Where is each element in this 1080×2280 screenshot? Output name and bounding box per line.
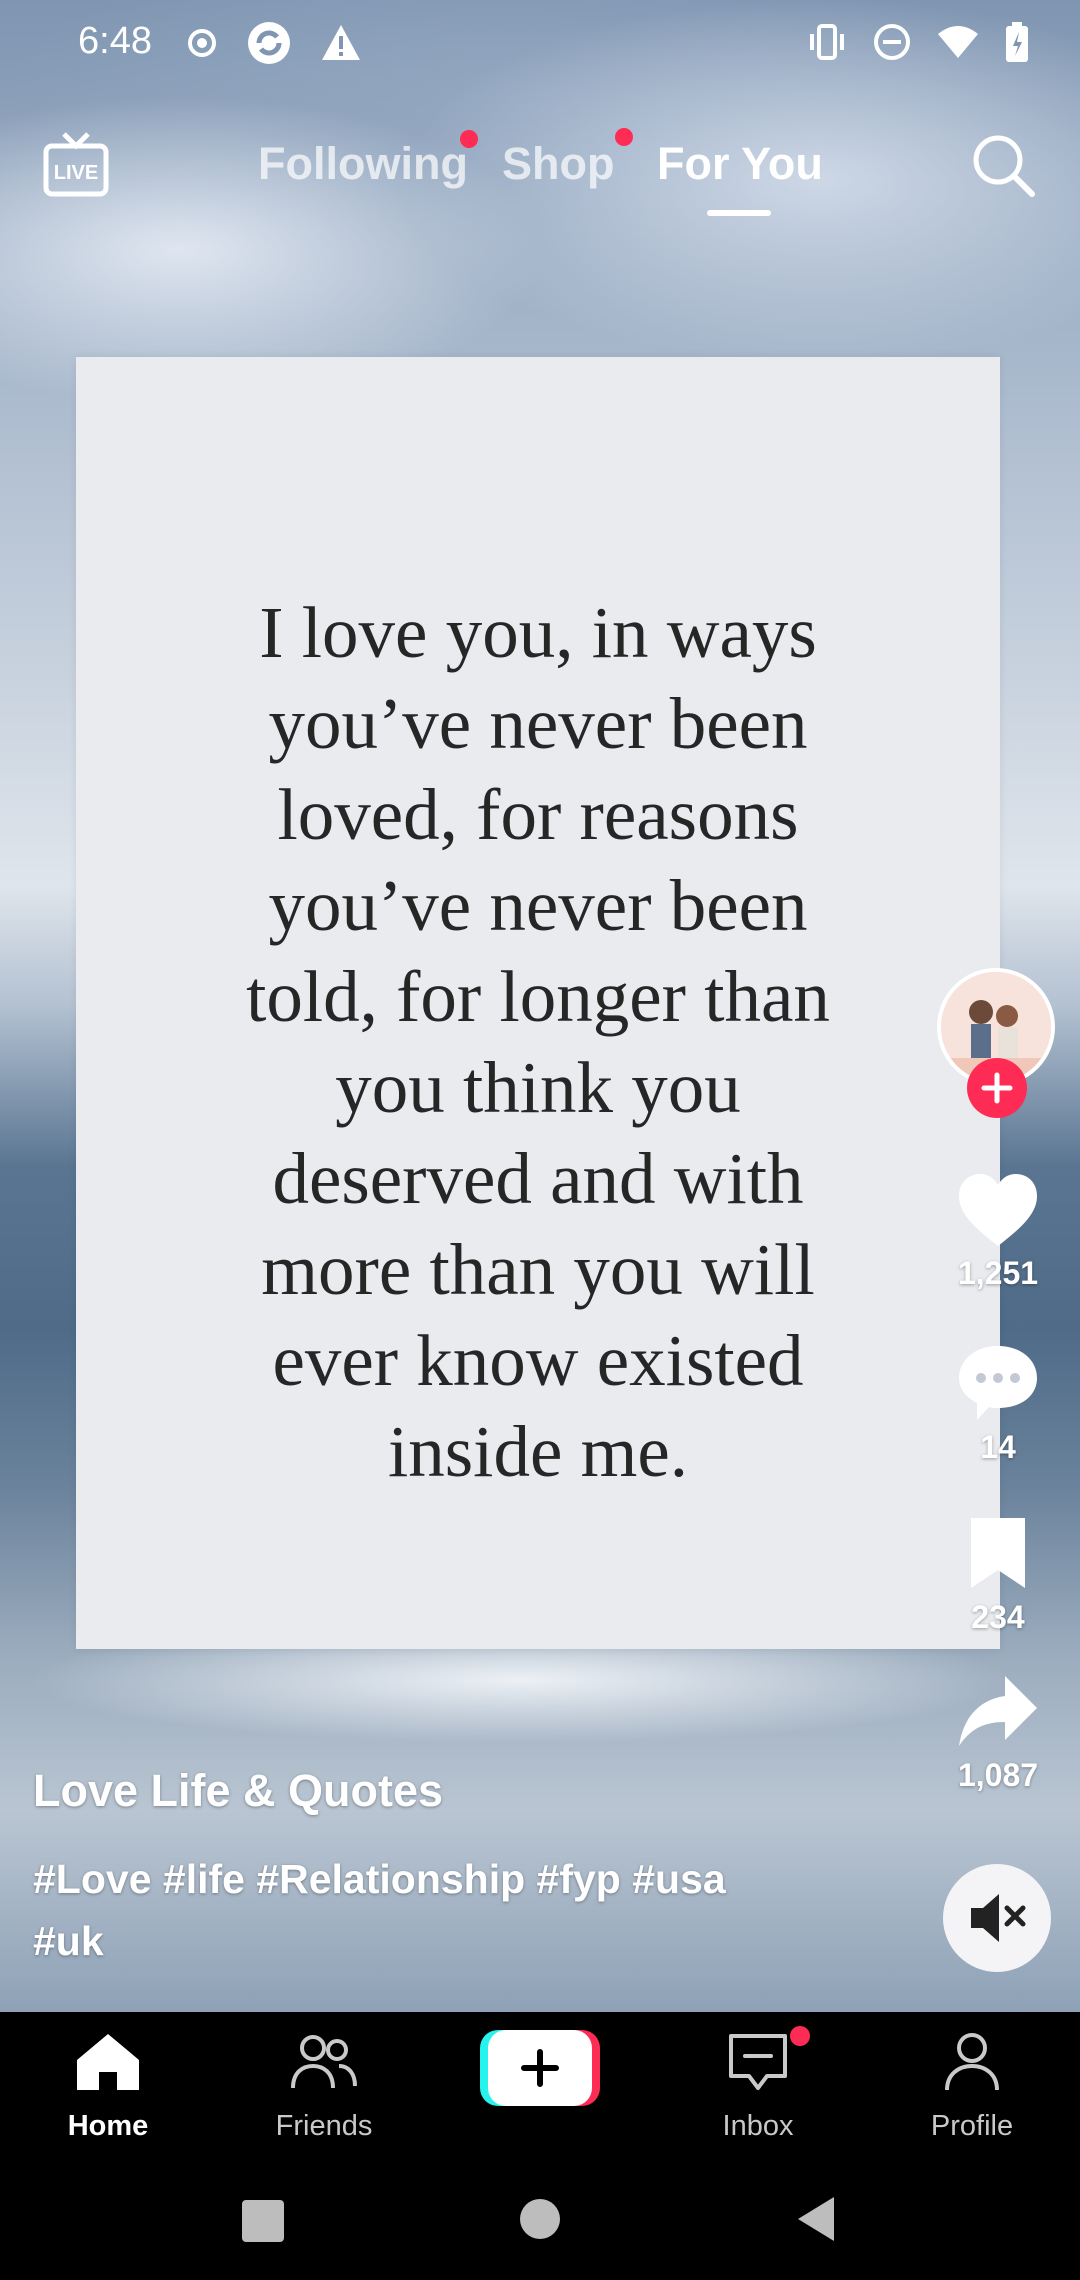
vibrate-icon (810, 24, 844, 60)
profile-icon (945, 2033, 999, 2091)
status-bar: 6:48 (0, 0, 1080, 88)
mute-button[interactable] (943, 1864, 1051, 1972)
like-count: 1,251 (957, 1255, 1039, 1291)
status-right-icons (806, 20, 1030, 64)
inbox-notification-dot (790, 2026, 810, 2046)
share-count: 1,087 (957, 1757, 1039, 1793)
wifi-icon (938, 26, 978, 58)
nav-friends[interactable]: Friends (244, 2030, 404, 2142)
comment-count: 14 (980, 1429, 1016, 1465)
create-plus-icon (480, 2030, 600, 2106)
system-nav-bar (0, 2162, 1080, 2280)
friends-icon (291, 2035, 357, 2089)
search-icon (973, 135, 1035, 197)
nav-friends-label: Friends (275, 2110, 373, 2142)
save-count: 234 (971, 1599, 1025, 1635)
live-button[interactable]: LIVE (42, 130, 112, 200)
svg-text:LIVE: LIVE (54, 162, 98, 184)
plus-icon (981, 1072, 1013, 1104)
top-nav: LIVE Following Shop For You (0, 120, 1080, 230)
home-circle-icon[interactable] (518, 2197, 562, 2241)
nav-home-label: Home (67, 2110, 149, 2142)
bottom-nav: Home Friends Inbox Profile (0, 2012, 1080, 2162)
tab-for-you[interactable]: For You (657, 138, 823, 190)
tab-following[interactable]: Following (258, 138, 468, 190)
creator-name[interactable]: Love Life & Quotes (33, 1765, 443, 1817)
nav-home[interactable]: Home (28, 2030, 188, 2142)
live-icon: LIVE (43, 132, 109, 197)
record-icon (188, 29, 216, 57)
quote-card: I love you, in ways you’ve never been lo… (76, 357, 1018, 1959)
share-icon (959, 1676, 1037, 1746)
comment-action[interactable]: 14 (930, 1342, 1066, 1466)
following-notification-dot (460, 130, 478, 148)
share-action[interactable]: 1,087 (930, 1672, 1066, 1794)
save-action[interactable]: 234 (930, 1512, 1066, 1636)
inbox-icon (729, 2034, 787, 2090)
quote-text: I love you, in ways you’ve never been lo… (246, 592, 830, 1492)
nav-profile[interactable]: Profile (892, 2030, 1052, 2142)
status-time: 6:48 (78, 20, 152, 62)
active-tab-indicator (707, 210, 771, 216)
home-icon (77, 2034, 139, 2090)
nav-inbox-label: Inbox (722, 2110, 794, 2142)
battery-icon (1006, 22, 1028, 62)
status-left-icons (185, 18, 363, 68)
tab-shop[interactable]: Shop (502, 138, 614, 190)
like-action[interactable]: 1,251 (930, 1170, 1066, 1292)
do-not-disturb-icon (874, 24, 910, 60)
nav-profile-label: Profile (930, 2110, 1014, 2142)
comment-icon (959, 1346, 1037, 1420)
shop-notification-dot (615, 128, 633, 146)
search-button[interactable] (970, 132, 1036, 198)
nav-inbox[interactable]: Inbox (678, 2030, 838, 2142)
hashtags[interactable]: #Love #life #Relationship #fyp #usa #uk (33, 1848, 793, 1972)
back-triangle-icon[interactable] (794, 2194, 838, 2244)
bookmark-icon (971, 1518, 1025, 1588)
sync-icon (248, 22, 290, 64)
create-button[interactable] (480, 2028, 600, 2108)
recent-apps-icon[interactable] (240, 2198, 286, 2244)
heart-icon (959, 1174, 1037, 1246)
warning-icon (322, 25, 360, 60)
follow-button[interactable] (967, 1058, 1027, 1118)
speaker-muted-icon (971, 1894, 1026, 1942)
